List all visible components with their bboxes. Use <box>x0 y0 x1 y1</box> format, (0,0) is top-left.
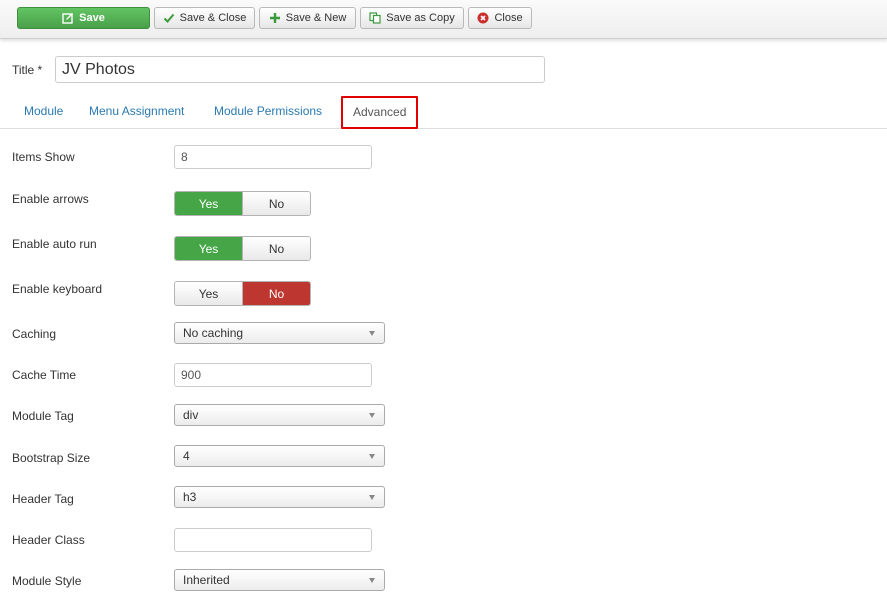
enable-auto-run-label: Enable auto run <box>12 237 97 251</box>
header-tag-selected-value: h3 <box>183 490 197 504</box>
cache-time-input[interactable] <box>174 363 372 387</box>
module-style-label: Module Style <box>12 574 82 588</box>
items-show-label: Items Show <box>12 150 75 164</box>
enable-arrows-toggle: Yes No <box>174 191 311 216</box>
header-tag-label: Header Tag <box>12 492 74 506</box>
title-label: Title * <box>12 63 43 77</box>
header-class-label: Header Class <box>12 533 85 547</box>
check-icon <box>163 12 175 24</box>
bootstrap-size-select[interactable]: 4 <box>174 445 385 467</box>
tab-module[interactable]: Module <box>24 96 63 129</box>
enable-keyboard-no[interactable]: No <box>242 282 310 305</box>
save-as-copy-label: Save as Copy <box>386 12 455 24</box>
chevron-down-icon <box>369 413 375 418</box>
chevron-down-icon <box>369 578 375 583</box>
edit-icon <box>62 12 74 24</box>
items-show-input[interactable] <box>174 145 372 169</box>
save-button-label: Save <box>79 12 105 24</box>
caching-selected-value: No caching <box>183 326 244 340</box>
save-button[interactable]: Save <box>17 7 150 29</box>
tab-bar: Module Menu Assignment Module Permission… <box>0 96 887 129</box>
caching-select[interactable]: No caching <box>174 322 385 344</box>
tab-advanced[interactable]: Advanced <box>341 96 418 129</box>
save-and-close-button[interactable]: Save & Close <box>154 7 255 29</box>
header-tag-select[interactable]: h3 <box>174 486 385 508</box>
module-tag-select[interactable]: div <box>174 404 385 426</box>
enable-arrows-yes[interactable]: Yes <box>175 192 242 215</box>
close-button-label: Close <box>494 12 523 24</box>
title-input[interactable] <box>55 56 545 83</box>
tab-module-permissions[interactable]: Module Permissions <box>214 96 322 129</box>
save-and-new-button[interactable]: Save & New <box>259 7 356 29</box>
bootstrap-size-selected-value: 4 <box>183 449 190 463</box>
enable-auto-run-toggle: Yes No <box>174 236 311 261</box>
enable-keyboard-label: Enable keyboard <box>12 282 103 296</box>
cancel-circle-icon <box>477 12 489 24</box>
chevron-down-icon <box>369 454 375 459</box>
close-button[interactable]: Close <box>468 7 532 29</box>
save-as-copy-button[interactable]: Save as Copy <box>360 7 464 29</box>
save-and-new-label: Save & New <box>285 12 347 24</box>
enable-arrows-label: Enable arrows <box>12 192 89 206</box>
chevron-down-icon <box>369 331 375 336</box>
caching-label: Caching <box>12 327 57 341</box>
header-class-input[interactable] <box>174 528 372 552</box>
tab-menu-assignment[interactable]: Menu Assignment <box>89 96 184 129</box>
enable-keyboard-toggle: Yes No <box>174 281 311 306</box>
copy-icon <box>369 12 381 24</box>
enable-keyboard-yes[interactable]: Yes <box>175 282 242 305</box>
plus-icon <box>269 12 281 24</box>
module-tag-label: Module Tag <box>12 409 74 423</box>
toolbar: Save Save & Close Save & New Save as Cop… <box>0 0 887 39</box>
module-style-selected-value: Inherited <box>183 573 230 587</box>
save-and-close-label: Save & Close <box>179 12 247 24</box>
enable-auto-run-yes[interactable]: Yes <box>175 237 242 260</box>
enable-arrows-no[interactable]: No <box>242 192 310 215</box>
bootstrap-size-label: Bootstrap Size <box>12 451 91 465</box>
module-style-select[interactable]: Inherited <box>174 569 385 591</box>
enable-auto-run-no[interactable]: No <box>242 237 310 260</box>
cache-time-label: Cache Time <box>12 368 77 382</box>
chevron-down-icon <box>369 495 375 500</box>
module-tag-selected-value: div <box>183 408 199 422</box>
